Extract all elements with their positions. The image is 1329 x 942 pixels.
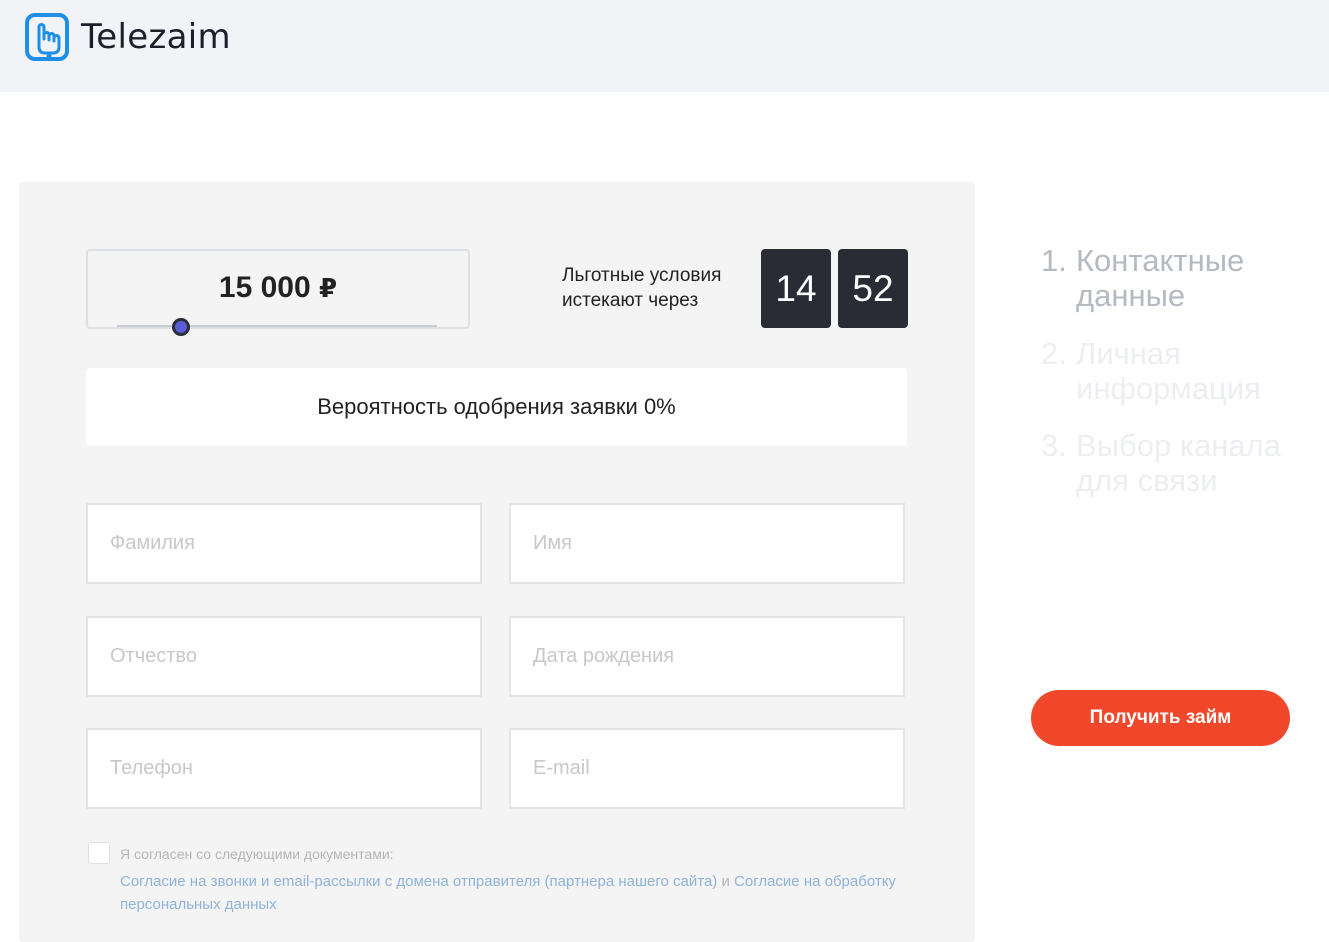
patronymic-field[interactable] [86, 616, 482, 697]
consent-checkbox[interactable] [88, 842, 110, 864]
birthdate-field[interactable] [509, 616, 905, 697]
step-title-line1: Выбор канала [1076, 428, 1281, 463]
consent-label: Я согласен со следующими документами: [120, 846, 394, 862]
timer-label-line2: истекают через [562, 290, 699, 311]
step-number: 2. [1041, 336, 1067, 371]
step-title-line1: Контактные [1076, 243, 1245, 278]
logo[interactable]: Telezaim [25, 13, 231, 61]
firstname-input[interactable] [511, 505, 903, 582]
email-field[interactable] [509, 728, 905, 809]
consent-documents: Согласие на звонки и email-рассылки с до… [120, 870, 900, 916]
timer-seconds: 52 [838, 249, 908, 328]
timer-minutes: 14 [761, 249, 831, 328]
step-title-line2: информация [1076, 371, 1261, 406]
amount-number: 15 000 [218, 271, 311, 304]
step-number: 1. [1041, 243, 1067, 278]
amount-slider-track[interactable] [117, 325, 437, 327]
approval-probability: Вероятность одобрения заявки 0% [86, 368, 907, 446]
birthdate-input[interactable] [511, 618, 903, 695]
step-title-line2: для связи [1076, 463, 1218, 498]
brand-name: Telezaim [81, 17, 231, 57]
lastname-field[interactable] [86, 503, 482, 584]
timer-label-line1: Льготные условия [562, 265, 722, 286]
step-title-line2: данные [1076, 278, 1186, 313]
calls-consent-link[interactable]: Согласие на звонки и email-рассылки с до… [120, 873, 717, 890]
loan-amount-box: 15 000 ₽ [86, 249, 470, 329]
consent-conjunction: и [717, 873, 735, 890]
step-personal-info: 2. Личная информация [1041, 336, 1261, 406]
step-title-line1: Личная [1076, 336, 1181, 371]
step-contact-data: 1. Контактные данные [1041, 243, 1244, 313]
amount-slider-thumb[interactable] [172, 318, 190, 336]
firstname-field[interactable] [509, 503, 905, 584]
patronymic-input[interactable] [88, 618, 480, 695]
lastname-input[interactable] [88, 505, 480, 582]
step-number: 3. [1041, 428, 1067, 463]
hand-phone-logo-icon [25, 13, 69, 61]
email-input[interactable] [511, 730, 903, 807]
loan-amount-value: 15 000 ₽ [88, 271, 468, 305]
phone-field[interactable] [86, 728, 482, 809]
get-loan-button[interactable]: Получить займ [1031, 690, 1290, 746]
timer-label: Льготные условия истекают через [562, 263, 721, 313]
currency-symbol: ₽ [319, 273, 338, 303]
site-header: Telezaim [0, 0, 1329, 92]
step-contact-channel: 3. Выбор канала для связи [1041, 428, 1281, 498]
phone-input[interactable] [88, 730, 480, 807]
